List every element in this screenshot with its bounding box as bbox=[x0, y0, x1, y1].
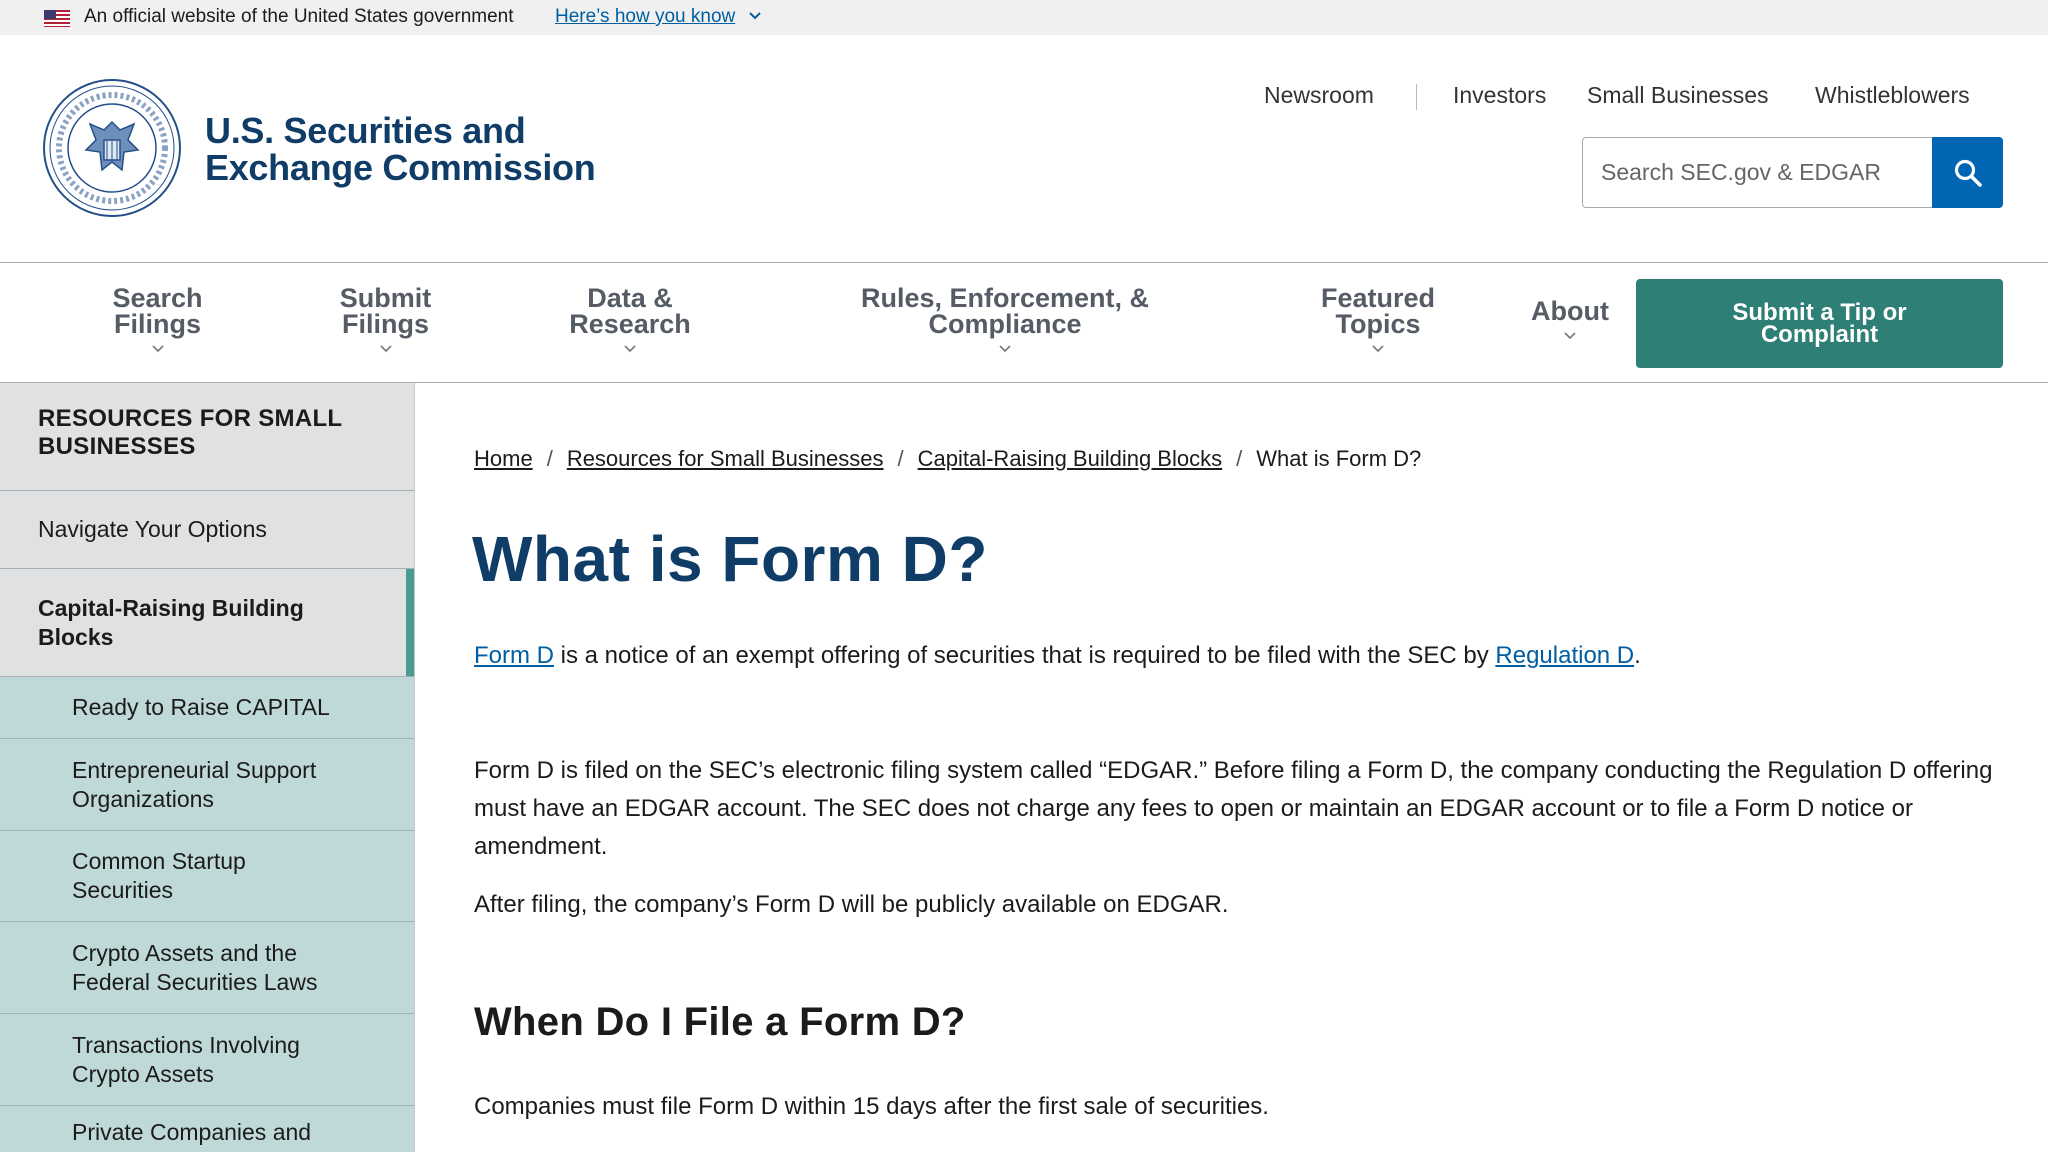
us-flag-icon bbox=[44, 10, 70, 27]
sidebar-subitem[interactable]: Transactions Involving Crypto Assets bbox=[0, 1014, 414, 1106]
nav-label: Featured bbox=[1320, 283, 1436, 313]
sidebar-subitem-label: Ready to Raise CAPITAL bbox=[72, 694, 330, 720]
breadcrumb-separator: / bbox=[897, 446, 904, 471]
sec-seal-logo[interactable] bbox=[42, 78, 182, 218]
nav-label: About bbox=[1531, 296, 1609, 326]
page-title: What is Form D? bbox=[472, 523, 988, 595]
breadcrumb-home[interactable]: Home bbox=[474, 446, 533, 471]
sidebar-item-label: Blocks bbox=[38, 623, 114, 650]
nav-about[interactable]: About bbox=[1515, 298, 1625, 342]
chevron-down-icon bbox=[379, 345, 392, 353]
nav-label: Filings bbox=[114, 309, 201, 339]
breadcrumb-capital-raising[interactable]: Capital-Raising Building Blocks bbox=[918, 446, 1222, 471]
nav-search-filings[interactable]: Search Filings bbox=[80, 285, 235, 355]
filing-deadline-paragraph: Companies must file Form D within 15 day… bbox=[474, 1093, 1269, 1120]
nav-label: Filings bbox=[342, 309, 429, 339]
gov-banner-text: An official website of the United States… bbox=[84, 6, 514, 27]
publicly-available-paragraph: After filing, the company’s Form D will … bbox=[474, 891, 1229, 918]
sidebar-item-label: Navigate Your Options bbox=[38, 516, 267, 542]
nav-rules-enforcement[interactable]: Rules, Enforcement, & Compliance bbox=[820, 285, 1190, 355]
util-nav-divider bbox=[1416, 84, 1417, 110]
util-nav-small-businesses[interactable]: Small Businesses bbox=[1587, 82, 1769, 109]
sidebar-subitem[interactable]: Entrepreneurial Support Organizations bbox=[0, 739, 414, 831]
sidebar-item-navigate-options[interactable]: Navigate Your Options bbox=[0, 491, 414, 569]
submit-tip-button[interactable]: Submit a Tip or Complaint bbox=[1636, 279, 2003, 368]
sidebar-subitem[interactable]: Ready to Raise CAPITAL bbox=[0, 677, 414, 739]
wordmark-line2: Exchange Commission bbox=[205, 147, 596, 188]
sidebar-item-label: Capital-Raising Building bbox=[38, 594, 304, 621]
nav-label: Rules, Enforcement, & bbox=[860, 283, 1150, 313]
nav-featured-topics[interactable]: Featured Topics bbox=[1288, 285, 1468, 355]
intro-end: . bbox=[1634, 642, 1641, 669]
sidebar-item-capital-raising[interactable]: Capital-Raising Building Blocks bbox=[0, 569, 414, 677]
sidebar-heading-line: BUSINESSES bbox=[38, 433, 196, 460]
edgar-paragraph: Form D is filed on the SEC’s electronic … bbox=[474, 757, 1993, 860]
breadcrumb-separator: / bbox=[1236, 446, 1243, 471]
sidebar-subitem-label: Entrepreneurial Support bbox=[72, 756, 317, 783]
sidebar-sublist: Ready to Raise CAPITAL Entrepreneurial S… bbox=[0, 677, 414, 1152]
sidebar-subitem-label: Transactions Involving bbox=[72, 1031, 300, 1058]
nav-label: Search bbox=[112, 283, 203, 313]
sidebar-heading-line: RESOURCES FOR SMALL bbox=[38, 405, 343, 432]
sidebar-subitem[interactable]: Private Companies and bbox=[0, 1106, 414, 1152]
chevron-down-icon bbox=[999, 345, 1011, 353]
intro-text: is a notice of an exempt offering of sec… bbox=[554, 642, 1496, 669]
sidebar-heading[interactable]: RESOURCES FOR SMALL BUSINESSES bbox=[0, 383, 414, 491]
nav-data-research[interactable]: Data & Research bbox=[530, 285, 730, 355]
sidebar-subitem-label: Securities bbox=[72, 877, 173, 903]
sidebar-subitem-label: Private Companies and bbox=[72, 1119, 312, 1145]
main-nav: Search Filings Submit Filings Data & Res… bbox=[0, 262, 2048, 383]
util-nav-whistleblowers[interactable]: Whistleblowers bbox=[1815, 82, 1970, 109]
chevron-down-icon bbox=[624, 345, 636, 353]
how-you-know-link[interactable]: Here’s how you know bbox=[555, 6, 735, 28]
nav-label: Data & bbox=[587, 283, 673, 313]
sidebar-subitem-label: Common Startup bbox=[72, 848, 246, 874]
util-nav-investors[interactable]: Investors bbox=[1453, 82, 1546, 109]
chevron-down-icon[interactable] bbox=[747, 8, 763, 24]
gov-banner: An official website of the United States… bbox=[0, 0, 2048, 35]
nav-label: Topics bbox=[1335, 309, 1421, 339]
sidebar-subitem[interactable]: Common Startup Securities bbox=[0, 831, 414, 922]
search-input[interactable] bbox=[1583, 138, 1932, 207]
regulation-d-link[interactable]: Regulation D bbox=[1495, 642, 1634, 669]
search-box bbox=[1582, 137, 1932, 208]
form-d-link[interactable]: Form D bbox=[474, 642, 554, 669]
intro-paragraph: Form D is a notice of an exempt offering… bbox=[474, 637, 1994, 675]
sidebar-subitem-label: Crypto Assets and the bbox=[72, 939, 298, 966]
sidebar-subitem-label: Federal Securities Laws bbox=[72, 968, 318, 995]
nav-label: Submit bbox=[339, 283, 432, 313]
chevron-down-icon bbox=[1564, 332, 1576, 340]
sidebar-subitem-label: Organizations bbox=[72, 785, 214, 812]
nav-submit-filings[interactable]: Submit Filings bbox=[308, 285, 463, 355]
sidebar: RESOURCES FOR SMALL BUSINESSES Navigate … bbox=[0, 383, 415, 1152]
chevron-down-icon bbox=[1372, 345, 1384, 353]
search-icon bbox=[1954, 159, 1982, 187]
search-button[interactable] bbox=[1932, 137, 2003, 208]
breadcrumb: Home / Resources for Small Businesses / Capi… bbox=[474, 446, 1421, 472]
tip-label: Complaint bbox=[1760, 320, 1879, 348]
util-nav-newsroom[interactable]: Newsroom bbox=[1264, 82, 1374, 109]
sidebar-subitem-label: Crypto Assets bbox=[72, 1060, 214, 1087]
breadcrumb-current: What is Form D? bbox=[1256, 446, 1422, 471]
nav-label: Compliance bbox=[928, 309, 1082, 339]
section-heading: When Do I File a Form D? bbox=[474, 1000, 966, 1044]
chevron-down-icon bbox=[151, 345, 164, 353]
wordmark-line1: U.S. Securities and bbox=[205, 110, 526, 151]
nav-label: Research bbox=[569, 309, 691, 339]
sec-wordmark[interactable]: U.S. Securities and Exchange Commission bbox=[205, 110, 596, 188]
breadcrumb-resources[interactable]: Resources for Small Businesses bbox=[567, 446, 884, 471]
sidebar-subitem[interactable]: Crypto Assets and the Federal Securities… bbox=[0, 922, 414, 1014]
breadcrumb-separator: / bbox=[546, 446, 553, 471]
